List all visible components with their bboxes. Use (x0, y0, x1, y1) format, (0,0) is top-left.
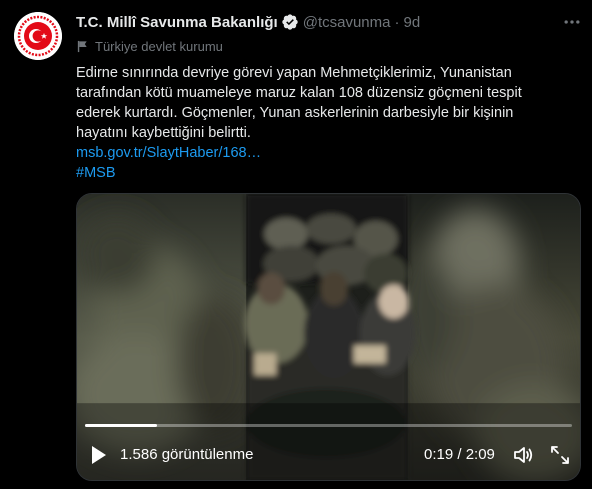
tweet[interactable]: T.C. Millî Savunma Bakanlığı @tcsavunma … (0, 0, 592, 489)
flag-icon (77, 40, 87, 52)
view-count: 1.586 görüntülenme (120, 446, 254, 463)
video-timecode: 0:19 / 2:09 (424, 446, 495, 463)
author-name[interactable]: T.C. Millî Savunma Bakanlığı (76, 14, 278, 31)
avatar[interactable] (14, 12, 62, 60)
video-progress-bar[interactable] (85, 424, 572, 427)
tweet-time[interactable]: 9d (403, 14, 420, 31)
play-icon[interactable] (89, 444, 109, 466)
video-frame (77, 194, 580, 480)
account-label-text: Türkiye devlet kurumu (95, 38, 223, 54)
tweet-text-line: tarafından kötü muameleye maruz kalan 10… (76, 85, 522, 101)
verified-badge-icon (281, 13, 299, 31)
hashtag-link[interactable]: #MSB (76, 163, 581, 183)
tweet-text-line: Edirne sınırında devriye görevi yapan Me… (76, 65, 512, 81)
author-handle[interactable]: @tcsavunma (303, 14, 391, 31)
tweet-text-line: hayatını kaybettiğini belirtti. (76, 125, 251, 141)
msb-emblem-icon (14, 12, 62, 60)
volume-icon[interactable] (511, 443, 535, 467)
tweet-text-line: ederek kurtardı. Göçmenler, Yunan askerl… (76, 105, 514, 121)
tweet-text: Edirne sınırında devriye görevi yapan Me… (76, 63, 581, 183)
tweet-link[interactable]: msb.gov.tr/SlaytHaber/168… (76, 143, 581, 163)
tweet-header: T.C. Millî Savunma Bakanlığı @tcsavunma … (76, 12, 420, 32)
video-player[interactable]: 1.586 görüntülenme 0:19 / 2:09 (76, 193, 581, 481)
more-options-icon[interactable] (560, 10, 584, 34)
account-label[interactable]: Türkiye devlet kurumu (76, 37, 223, 55)
separator: · (394, 13, 400, 31)
fullscreen-icon[interactable] (548, 443, 572, 467)
video-progress-fill (85, 424, 157, 427)
video-controls: 1.586 görüntülenme 0:19 / 2:09 (77, 440, 580, 470)
